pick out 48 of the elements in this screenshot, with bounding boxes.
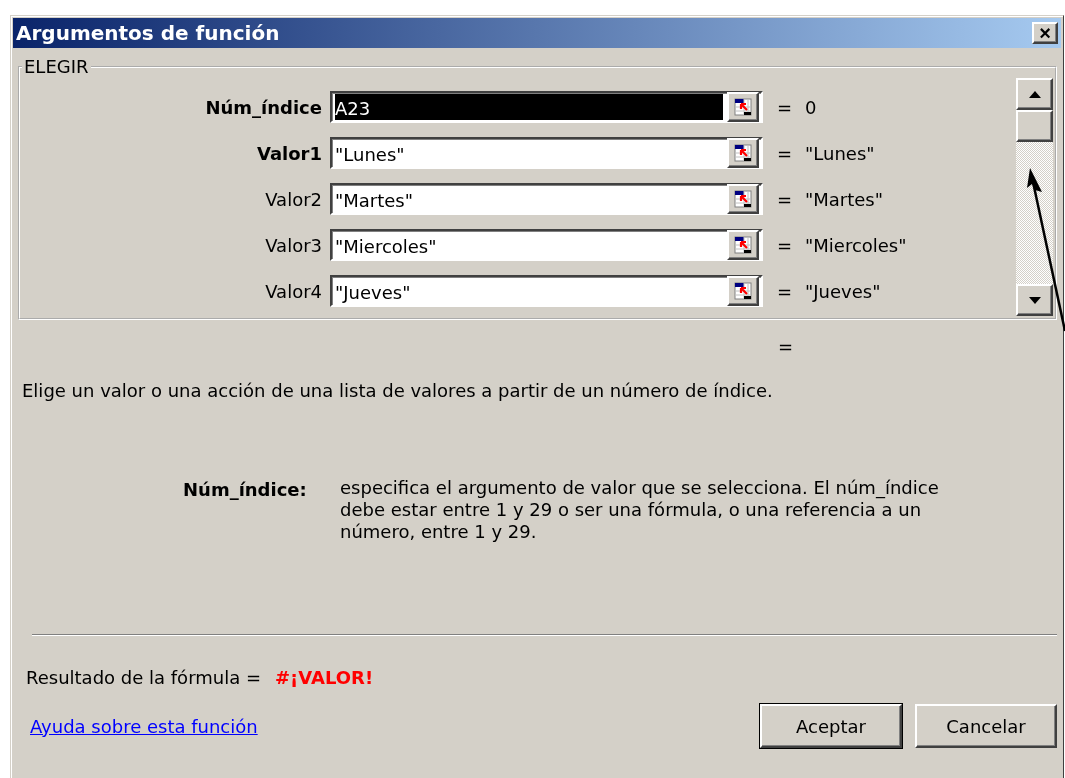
range-select-icon — [733, 97, 753, 117]
range-select-icon — [733, 189, 753, 209]
argument-result: "Martes" — [805, 188, 884, 210]
window-title: Argumentos de función — [16, 21, 280, 45]
argument-label: Valor3 — [264, 234, 323, 256]
argument-label: Valor4 — [264, 280, 323, 302]
collapse-dialog-button[interactable] — [727, 184, 759, 214]
close-button[interactable]: × — [1032, 22, 1058, 44]
equals-sign: = — [777, 188, 794, 210]
range-select-icon — [733, 143, 753, 163]
dialog-button[interactable]: Cancelar — [915, 704, 1057, 748]
argument-result: "Lunes" — [805, 142, 875, 164]
equals-sign: = — [777, 234, 794, 256]
collapse-dialog-button[interactable] — [727, 92, 759, 122]
down-arrow-icon — [1028, 296, 1041, 304]
argument-field[interactable]: "Jueves" — [330, 275, 763, 307]
argument-result: "Jueves" — [805, 280, 881, 302]
collapse-dialog-button[interactable] — [727, 276, 759, 306]
equals-sign: = — [777, 96, 794, 118]
collapse-dialog-button[interactable] — [727, 230, 759, 260]
help-link[interactable]: Ayuda sobre esta función — [30, 715, 258, 737]
argument-field[interactable]: "Martes" — [330, 183, 763, 215]
dialog-button[interactable]: Aceptar — [760, 704, 902, 748]
function-description: Elige un valor o una acción de una lista de valores a partir de un número de índice. — [22, 380, 774, 401]
argument-label: Valor2 — [264, 188, 323, 210]
scroll-thumb[interactable] — [1016, 110, 1053, 142]
equals-sign: = — [777, 280, 794, 302]
up-arrow-icon — [1028, 90, 1041, 98]
scroll-down-button[interactable] — [1016, 284, 1053, 316]
argument-field[interactable]: "Miercoles" — [330, 229, 763, 261]
argument-label: Núm_índice — [204, 96, 323, 118]
collapse-dialog-button[interactable] — [727, 138, 759, 168]
range-select-icon — [733, 281, 753, 301]
formula-result-label: Resultado de la fórmula = — [26, 667, 261, 688]
argument-label: Valor1 — [255, 142, 323, 164]
range-select-icon — [733, 235, 753, 255]
argument-field[interactable]: A23 — [330, 91, 763, 123]
scrollbar[interactable] — [1016, 78, 1053, 316]
argument-help-label: Núm_índice: — [183, 479, 308, 502]
equals-sign: = — [777, 142, 794, 164]
formula-result-value: #¡VALOR! — [275, 667, 374, 688]
scroll-up-button[interactable] — [1016, 78, 1053, 110]
argument-result: "Miercoles" — [805, 234, 907, 256]
argument-field[interactable]: "Lunes" — [330, 137, 763, 169]
equals-sign: = — [778, 336, 795, 359]
argument-result: 0 — [805, 96, 817, 118]
argument-help-text: especifica el argumento de valor que se selecciona. El núm_índice debe estar entre 1 y 29 o ser una fórmula, o una referencia a un número, entre 1 y 29. — [340, 477, 940, 543]
function-name: ELEGIR — [23, 58, 90, 76]
